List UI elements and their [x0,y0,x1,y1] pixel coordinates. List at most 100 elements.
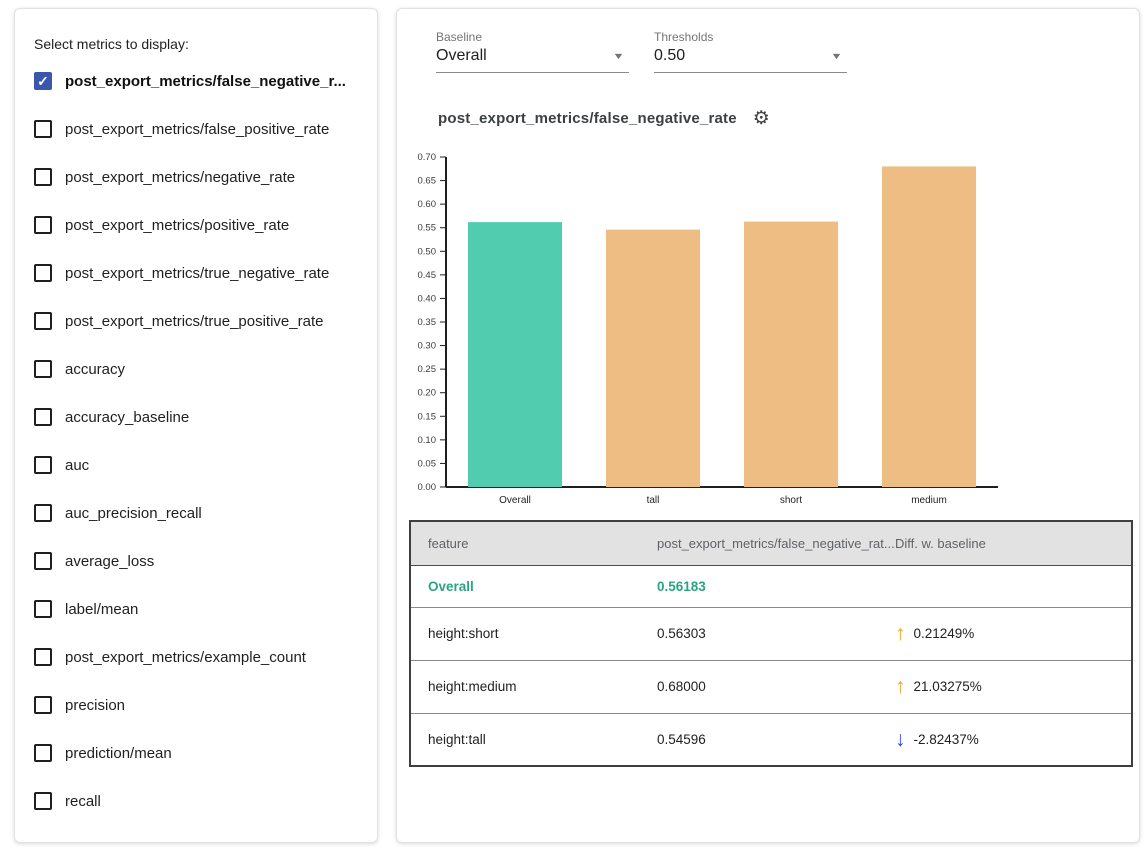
y-tick-label: 0.20 [418,388,437,399]
metric-checkbox-item[interactable]: accuracy_baseline [15,393,377,441]
bar-tall[interactable] [606,230,700,487]
x-category-label: Overall [499,495,531,506]
checkbox-unchecked-icon[interactable] [34,120,52,138]
metric-value-cell: 0.56183 [657,579,706,594]
checkbox-unchecked-icon[interactable] [34,648,52,666]
metric-checkbox-item[interactable]: auc [15,441,377,489]
table-header-diff: Diff. w. baseline [878,521,1132,565]
bar-overall[interactable] [468,222,562,487]
feature-cell: height:medium [428,679,517,694]
y-tick-label: 0.55 [418,223,437,234]
metric-label: recall [65,793,101,810]
bar-medium[interactable] [882,166,976,487]
metric-label: prediction/mean [65,745,172,762]
metric-label: post_export_metrics/example_count [65,649,306,666]
y-tick-label: 0.45 [418,270,437,281]
metric-checkbox-item[interactable]: post_export_metrics/negative_rate [15,153,377,201]
y-tick-label: 0.40 [418,293,437,304]
metric-label: label/mean [65,601,138,618]
metric-label: post_export_metrics/true_positive_rate [65,313,323,330]
bar-short[interactable] [744,222,838,487]
metric-value-cell: 0.56303 [657,626,706,641]
checkbox-checked-icon[interactable]: ✓ [34,72,52,90]
metric-checkbox-item[interactable]: recall [15,777,377,825]
chevron-down-icon: ▼ [612,51,624,61]
metric-label: auc [65,457,89,474]
baseline-select[interactable]: Baseline Overall ▼ [436,30,629,73]
metric-checkbox-item[interactable]: post_export_metrics/positive_rate [15,201,377,249]
metric-checkbox-item[interactable]: accuracy [15,345,377,393]
fairness-indicators-page: Select metrics to display: ✓post_export_… [0,0,1147,856]
y-tick-label: 0.15 [418,411,437,422]
checkbox-unchecked-icon[interactable] [34,792,52,810]
checkbox-unchecked-icon[interactable] [34,168,52,186]
table-row[interactable]: Overall0.56183 [410,565,1132,607]
x-category-label: short [780,495,802,506]
checkbox-unchecked-icon[interactable] [34,696,52,714]
y-tick-label: 0.10 [418,435,437,446]
diff-cell: ↑ 0.21249% [895,623,1131,644]
checkbox-unchecked-icon[interactable] [34,456,52,474]
chart-title: post_export_metrics/false_negative_rate [438,110,737,127]
metric-checkbox-item[interactable]: post_export_metrics/example_count [15,633,377,681]
metrics-table: feature post_export_metrics/false_negati… [409,520,1133,767]
metric-checkbox-item[interactable]: auc_precision_recall [15,489,377,537]
checkbox-unchecked-icon[interactable] [34,264,52,282]
metric-label: accuracy [65,361,125,378]
thresholds-label: Thresholds [654,30,847,44]
metric-checkbox-item[interactable]: prediction/mean [15,729,377,777]
checkbox-unchecked-icon[interactable] [34,600,52,618]
table-header-feature: feature [410,521,640,565]
checkbox-unchecked-icon[interactable] [34,216,52,234]
checkbox-unchecked-icon[interactable] [34,408,52,426]
metric-checkbox-item[interactable]: post_export_metrics/true_positive_rate [15,297,377,345]
y-tick-label: 0.60 [418,199,437,210]
checkbox-unchecked-icon[interactable] [34,744,52,762]
diff-cell: ↓-2.82437% [895,729,1131,750]
checkbox-unchecked-icon[interactable] [34,312,52,330]
metric-checkbox-item[interactable]: average_loss [15,537,377,585]
diff-value: 0.21249% [914,626,975,641]
feature-cell: height:short [428,626,499,641]
metric-label: average_loss [65,553,154,570]
metric-list: ✓post_export_metrics/false_negative_r...… [15,57,377,825]
metric-value-cell: 0.54596 [657,732,706,747]
feature-cell: height:tall [428,732,486,747]
x-category-label: medium [911,495,947,506]
metric-selector-title: Select metrics to display: [34,36,377,52]
metric-label: post_export_metrics/true_negative_rate [65,265,329,282]
table-row[interactable]: height:short 0.56303 ↑ 0.21249% [410,607,1132,660]
table-row[interactable]: height:tall 0.54596 ↓-2.82437% [410,713,1132,766]
bar-chart: 0.000.050.100.150.200.250.300.350.400.45… [397,149,1141,519]
metric-checkbox-item[interactable]: precision [15,681,377,729]
y-tick-label: 0.00 [418,482,437,493]
thresholds-select[interactable]: Thresholds 0.50 ▼ [654,30,847,73]
controls-bar: Baseline Overall ▼ Thresholds 0.50 ▼ [436,30,872,73]
checkbox-unchecked-icon[interactable] [34,504,52,522]
chart-header: post_export_metrics/false_negative_rate … [438,109,770,128]
metric-checkbox-item[interactable]: ✓post_export_metrics/false_negative_r... [15,57,377,105]
results-panel: Baseline Overall ▼ Thresholds 0.50 ▼ pos… [396,8,1140,843]
metric-selector-panel: Select metrics to display: ✓post_export_… [14,8,378,843]
diff-value: -2.82437% [914,732,979,747]
y-tick-label: 0.65 [418,176,437,187]
baseline-value: Overall [436,47,487,65]
checkbox-unchecked-icon[interactable] [34,552,52,570]
metric-checkbox-item[interactable]: label/mean [15,585,377,633]
y-tick-label: 0.70 [418,152,437,163]
y-tick-label: 0.35 [418,317,437,328]
arrow-up-icon: ↑ [895,676,906,697]
metric-label: accuracy_baseline [65,409,189,426]
gear-icon[interactable]: ⚙ [753,109,770,128]
y-tick-label: 0.30 [418,341,437,352]
checkbox-unchecked-icon[interactable] [34,360,52,378]
table-header-row: feature post_export_metrics/false_negati… [410,521,1132,565]
metric-checkbox-item[interactable]: post_export_metrics/false_positive_rate [15,105,377,153]
metric-checkbox-item[interactable]: post_export_metrics/true_negative_rate [15,249,377,297]
metric-label: post_export_metrics/negative_rate [65,169,295,186]
table-row[interactable]: height:medium0.68000↑21.03275% [410,660,1132,713]
metric-label: precision [65,697,125,714]
thresholds-value: 0.50 [654,47,685,65]
table-header-metric: post_export_metrics/false_negative_rat..… [640,521,878,565]
arrow-up-icon: ↑ [895,623,906,644]
